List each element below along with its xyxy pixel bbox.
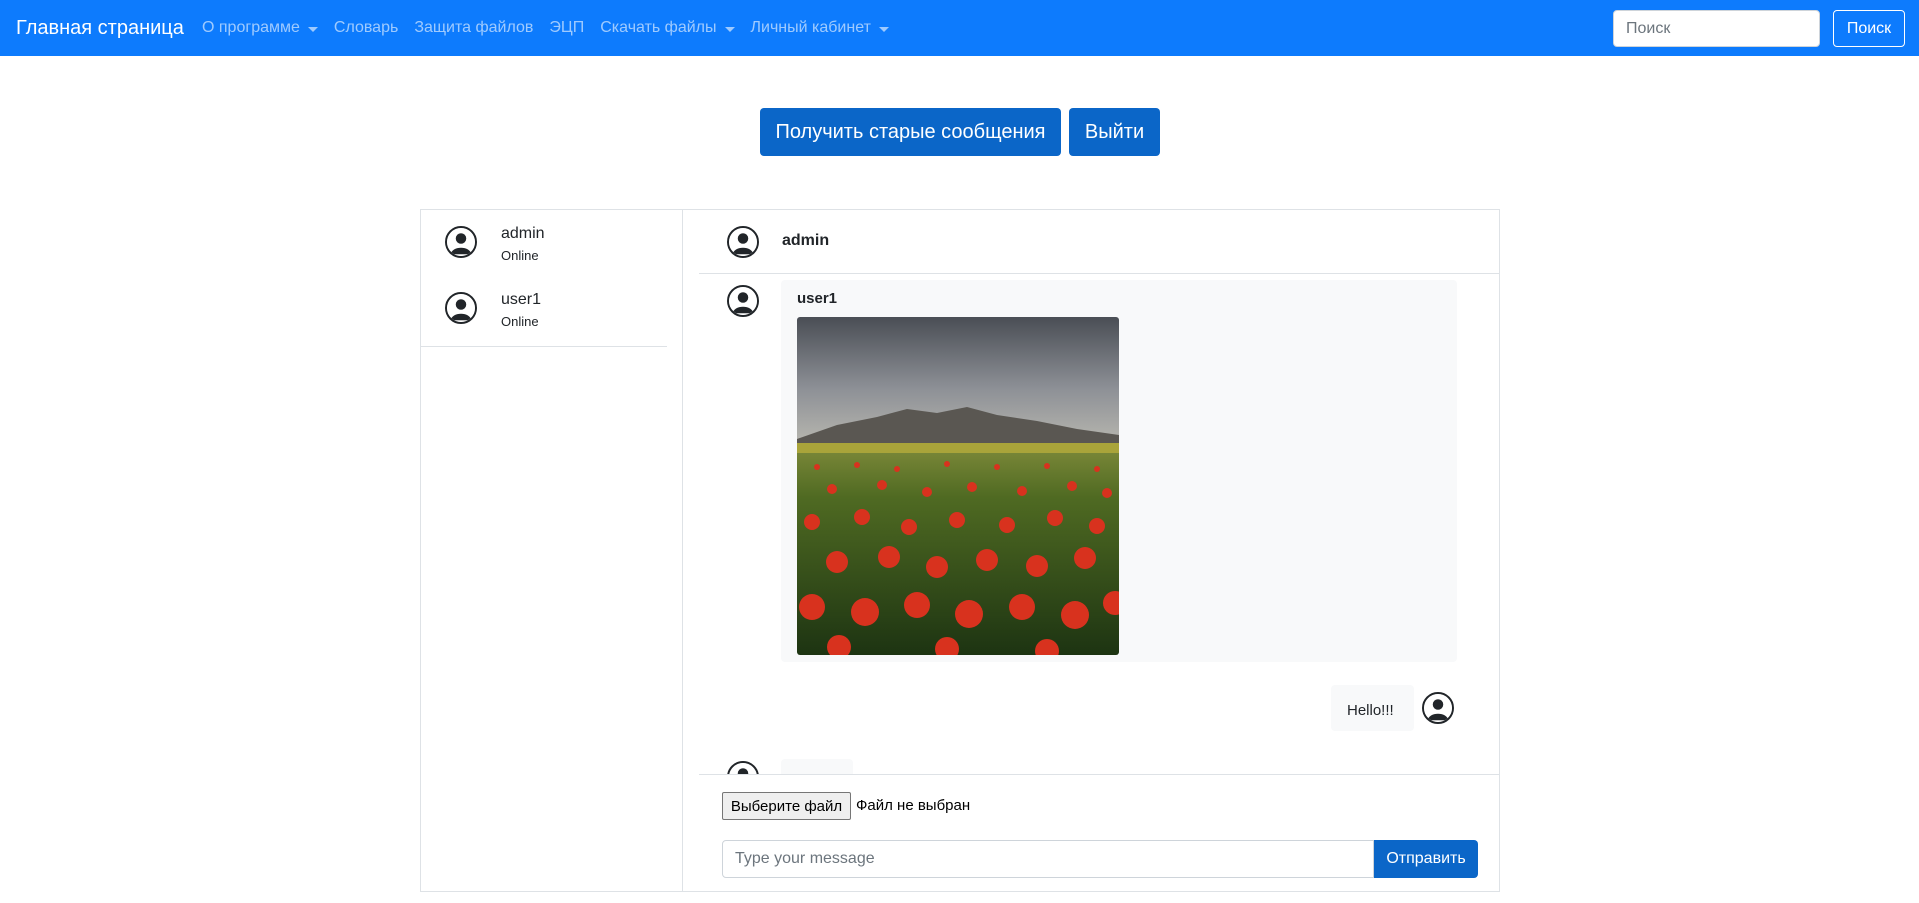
user-list-item-admin[interactable]: admin Online [421, 210, 667, 276]
search-button[interactable]: Поиск [1833, 10, 1905, 47]
nav-links: О программе Словарь Защита файлов ЭЦП Ск… [202, 17, 905, 39]
nav-about-label: О программе [202, 19, 300, 36]
message-text: Hello!!! [1347, 702, 1394, 719]
conversation-title: admin [782, 232, 830, 249]
chevron-down-icon [724, 26, 735, 32]
user-status: Online [501, 314, 539, 329]
chevron-down-icon [307, 26, 318, 32]
nav-account-dropdown[interactable]: Личный кабинет [751, 17, 889, 39]
avatar-icon [727, 285, 759, 317]
nav-account-label: Личный кабинет [750, 19, 871, 36]
chevron-down-icon [878, 26, 889, 32]
avatar-icon [1422, 692, 1454, 724]
conversation-panel: admin user1 Hello!!! Выберите файл Файл … [683, 210, 1499, 891]
user-list-item-user1[interactable]: user1 Online [421, 276, 667, 342]
message-bubble: user1 [781, 280, 1457, 662]
message-bubble [781, 759, 853, 774]
nav-file-protection[interactable]: Защита файлов [414, 17, 533, 39]
search-input[interactable] [1613, 10, 1820, 47]
avatar-icon [727, 226, 759, 258]
user-status: Online [501, 248, 539, 263]
conversation-header: admin [699, 210, 1499, 274]
message-input[interactable] [722, 840, 1374, 878]
logout-button[interactable]: Выйти [1069, 108, 1160, 156]
user-name: user1 [501, 291, 542, 308]
divider [421, 346, 667, 347]
nav-file-protection-label: Защита файлов [414, 19, 534, 36]
avatar-icon [445, 292, 477, 324]
message-image[interactable] [797, 317, 1119, 655]
avatar-icon [727, 761, 759, 774]
nav-download-label: Скачать файлы [600, 19, 717, 36]
get-old-messages-button[interactable]: Получить старые сообщения [760, 108, 1061, 156]
message-author: user1 [797, 290, 838, 307]
message-bubble-own: Hello!!! [1331, 685, 1414, 731]
top-navbar: Главная страница О программе Словарь Защ… [0, 0, 1919, 56]
nav-download-dropdown[interactable]: Скачать файлы [600, 17, 735, 39]
brand-link[interactable]: Главная страница [16, 15, 184, 41]
nav-digital-signature[interactable]: ЭЦП [549, 17, 584, 39]
avatar-icon [445, 226, 477, 258]
message-list: user1 Hello!!! [699, 275, 1499, 774]
send-button[interactable]: Отправить [1374, 840, 1478, 878]
file-status: Файл не выбран [856, 797, 971, 814]
nav-dictionary-label: Словарь [333, 19, 399, 36]
message-composer: Выберите файл Файл не выбран Отправить [699, 774, 1499, 891]
chat-container: admin Online user1 Online admin user1 He… [420, 209, 1500, 892]
nav-dictionary[interactable]: Словарь [334, 17, 398, 39]
nav-about-dropdown[interactable]: О программе [202, 17, 318, 39]
nav-digital-signature-label: ЭЦП [549, 19, 585, 36]
user-name: admin [501, 225, 545, 242]
choose-file-button[interactable]: Выберите файл [722, 792, 851, 820]
users-list: admin Online user1 Online [421, 210, 683, 891]
